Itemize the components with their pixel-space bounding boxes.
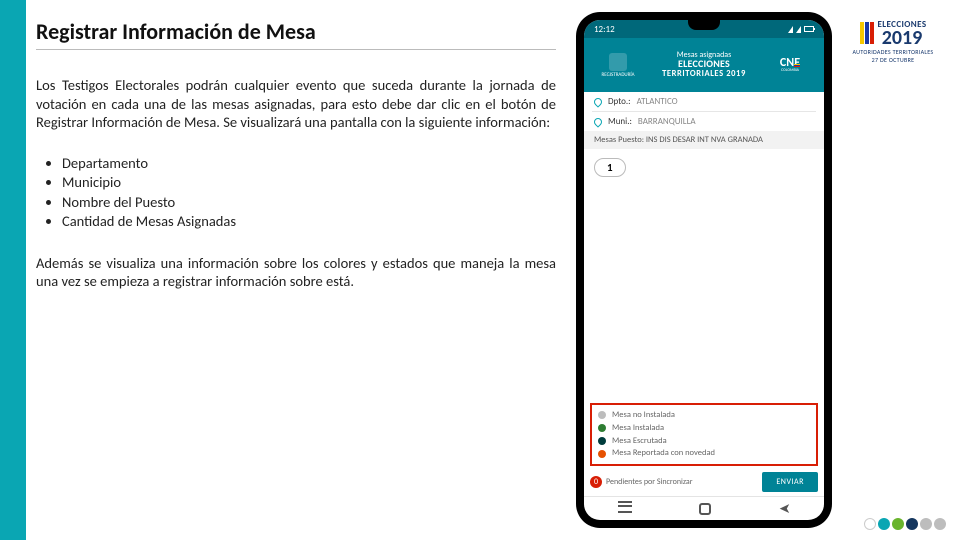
page-title: Registrar Información de Mesa	[36, 18, 556, 45]
info-bullet-list: Departamento Municipio Nombre del Puesto…	[36, 154, 556, 232]
status-time: 12:12	[594, 24, 615, 35]
signal-icon	[796, 26, 801, 33]
legend-dot-icon	[598, 411, 606, 419]
registraduria-logo: REGISTRADURÍA	[592, 47, 644, 83]
elections-logo: ELECCIONES 2019 AUTORIDADES TERRITORIALE…	[838, 18, 948, 63]
dot	[864, 518, 876, 530]
dpto-label: Dpto.:	[608, 96, 631, 107]
logo-caption: REGISTRADURÍA	[602, 73, 635, 78]
flag-stripe	[870, 22, 874, 44]
pager-dots	[864, 518, 946, 530]
legend-item: Mesa Reportada con novedad	[598, 447, 810, 460]
list-item: Municipio	[62, 173, 556, 193]
legend-label: Mesa no Instalada	[612, 409, 675, 422]
dot	[906, 518, 918, 530]
signal-icon	[788, 26, 793, 33]
legend-label: Mesa Escrutada	[612, 435, 667, 448]
shield-icon	[609, 53, 627, 71]
app-header: REGISTRADURÍA Mesas asignadas ELECCIONES…	[584, 38, 824, 92]
home-icon[interactable]	[699, 503, 711, 515]
logo-year: 2019	[878, 29, 927, 47]
dot	[878, 518, 890, 530]
back-icon[interactable]: ➤	[779, 500, 791, 517]
notch	[688, 20, 720, 30]
list-item: Nombre del Puesto	[62, 193, 556, 213]
legend-item: Mesa no Instalada	[598, 409, 810, 422]
flag-stripe	[860, 22, 864, 44]
logo-date: 27 DE OCTUBRE	[838, 57, 948, 63]
dot	[920, 518, 932, 530]
pin-icon	[592, 116, 603, 127]
accent-sidebar	[0, 0, 26, 540]
muni-label: Muni.:	[608, 116, 632, 127]
appbar-line3: TERRITORIALES 2019	[662, 70, 746, 79]
muni-value: BARRANQUILLA	[638, 116, 696, 127]
mesa-chip[interactable]: 1	[594, 158, 626, 177]
slide-content: Registrar Información de Mesa Los Testig…	[36, 18, 556, 313]
mesas-header: Mesas Puesto: INS DIS DESAR INT NVA GRAN…	[584, 131, 824, 149]
logo-subtitle: AUTORIDADES TERRITORIALES	[838, 49, 948, 55]
secondary-paragraph: Además se visualiza una información sobr…	[36, 254, 556, 291]
list-item: Departamento	[62, 154, 556, 174]
legend-dot-icon	[598, 437, 606, 445]
dpto-value: ATLANTICO	[637, 96, 678, 107]
android-navbar: ➤	[584, 496, 824, 520]
battery-icon	[804, 26, 814, 32]
pending-badge: 0	[590, 476, 602, 488]
legend-dot-icon	[598, 424, 606, 432]
flag-stripe	[865, 22, 869, 44]
status-icons	[788, 26, 814, 33]
dot	[892, 518, 904, 530]
mesa-chip-area: 1	[584, 149, 824, 185]
status-bar: 12:12	[584, 20, 824, 38]
pin-icon	[592, 96, 603, 107]
recents-icon[interactable]	[618, 505, 632, 513]
send-button[interactable]: ENVIAR	[762, 472, 818, 492]
legend-label: Mesa Reportada con novedad	[612, 447, 715, 460]
legend-item: Mesa Escrutada	[598, 435, 810, 448]
phone-mockup: 12:12 REGISTRADURÍA Mesas asignadas ELEC…	[576, 12, 832, 528]
legend-dot-icon	[598, 450, 606, 458]
dot	[934, 518, 946, 530]
muni-row: Muni.: BARRANQUILLA	[584, 112, 824, 131]
dpto-row: Dpto.: ATLANTICO	[584, 92, 824, 111]
intro-paragraph: Los Testigos Electorales podrán cualquie…	[36, 76, 556, 132]
legend-item: Mesa Instalada	[598, 422, 810, 435]
title-divider	[36, 49, 556, 50]
phone-screen: 12:12 REGISTRADURÍA Mesas asignadas ELEC…	[584, 20, 824, 520]
footer-bar: 0 Pendientes por Sincronizar ENVIAR	[584, 470, 824, 496]
legend-box: Mesa no Instalada Mesa Instalada Mesa Es…	[590, 403, 818, 466]
pending-sync: 0 Pendientes por Sincronizar	[590, 476, 693, 488]
pending-label: Pendientes por Sincronizar	[606, 477, 693, 487]
cne-logo: CNE COLOMBIA	[764, 47, 816, 83]
list-item: Cantidad de Mesas Asignadas	[62, 212, 556, 232]
legend-label: Mesa Instalada	[612, 422, 664, 435]
